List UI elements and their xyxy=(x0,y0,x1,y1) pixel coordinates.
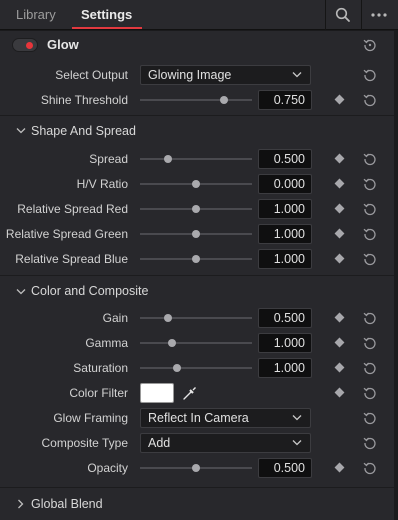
slider-knob[interactable] xyxy=(192,255,200,263)
reset-icon[interactable] xyxy=(363,68,377,82)
tab-bar: Library Settings xyxy=(0,0,398,30)
reset-icon[interactable] xyxy=(363,252,377,266)
chevron-down-icon[interactable] xyxy=(16,288,26,295)
relative-spread-blue-slider[interactable] xyxy=(140,255,252,263)
section-color-and-composite[interactable]: Color and Composite xyxy=(31,284,148,298)
color-filter-swatch[interactable] xyxy=(140,383,174,403)
reset-icon[interactable] xyxy=(363,336,377,350)
select-output-dropdown[interactable]: Glowing Image xyxy=(140,65,311,85)
slider-knob[interactable] xyxy=(192,230,200,238)
slider-knob[interactable] xyxy=(172,364,181,372)
saturation-label: Saturation xyxy=(73,361,128,375)
spread-value[interactable]: 0.500 xyxy=(258,149,312,169)
chevron-right-icon[interactable] xyxy=(17,499,24,509)
composite-type-label: Composite Type xyxy=(41,436,129,450)
h-v-ratio-value[interactable]: 0.000 xyxy=(258,174,312,194)
reset-icon[interactable] xyxy=(363,386,377,400)
h-v-ratio-slider[interactable] xyxy=(140,180,252,188)
slider-knob[interactable] xyxy=(164,155,172,163)
reset-icon[interactable] xyxy=(363,411,377,425)
relative-spread-green-slider[interactable] xyxy=(140,230,252,238)
gamma-label: Gamma xyxy=(85,336,128,350)
reset-icon[interactable] xyxy=(363,436,377,450)
saturation-value[interactable]: 1.000 xyxy=(258,358,312,378)
active-tab-indicator xyxy=(72,27,142,29)
slider-knob[interactable] xyxy=(220,96,228,104)
shine-threshold-label: Shine Threshold xyxy=(40,93,128,107)
slider-knob[interactable] xyxy=(192,205,200,213)
relative-spread-blue-label: Relative Spread Blue xyxy=(15,252,128,266)
section-divider xyxy=(0,487,394,488)
reset-icon[interactable] xyxy=(363,93,377,107)
reset-icon[interactable] xyxy=(363,202,377,216)
reset-icon[interactable] xyxy=(363,177,377,191)
shine-threshold-value[interactable]: 0.750 xyxy=(258,90,312,110)
relative-spread-red-label: Relative Spread Red xyxy=(17,202,128,216)
opacity-slider[interactable] xyxy=(140,464,252,472)
relative-spread-red-slider[interactable] xyxy=(140,205,252,213)
search-icon[interactable] xyxy=(326,0,360,30)
reset-icon[interactable] xyxy=(363,311,377,325)
toggle-dot xyxy=(26,42,33,49)
color-filter-label: Color Filter xyxy=(69,386,128,400)
slider-knob[interactable] xyxy=(192,180,200,188)
opacity-label: Opacity xyxy=(87,461,128,475)
chevron-down-icon xyxy=(292,72,302,78)
glow-framing-dropdown[interactable]: Reflect In Camera xyxy=(140,408,311,428)
reset-icon[interactable] xyxy=(363,227,377,241)
gain-slider[interactable] xyxy=(140,314,252,322)
slider-knob[interactable] xyxy=(192,464,200,472)
reset-icon[interactable] xyxy=(363,38,377,52)
more-options-icon[interactable] xyxy=(362,0,396,30)
gain-value[interactable]: 0.500 xyxy=(258,308,312,328)
relative-spread-blue-value[interactable]: 1.000 xyxy=(258,249,312,269)
chevron-down-icon xyxy=(292,415,302,421)
scrollbar[interactable] xyxy=(394,31,398,520)
effect-title: Glow xyxy=(47,37,79,52)
tab-settings[interactable]: Settings xyxy=(81,0,132,30)
shine-threshold-slider[interactable] xyxy=(140,96,252,104)
chevron-down-icon xyxy=(292,440,302,446)
relative-spread-green-label: Relative Spread Green xyxy=(5,227,128,241)
gain-label: Gain xyxy=(102,311,128,325)
relative-spread-green-value[interactable]: 1.000 xyxy=(258,224,312,244)
gamma-value[interactable]: 1.000 xyxy=(258,333,312,353)
composite-type-value: Add xyxy=(148,436,171,450)
relative-spread-red-value[interactable]: 1.000 xyxy=(258,199,312,219)
tab-library[interactable]: Library xyxy=(16,0,56,30)
select-output-value: Glowing Image xyxy=(148,68,232,82)
section-divider xyxy=(0,115,394,116)
section-shape-and-spread[interactable]: Shape And Spread xyxy=(31,124,136,138)
h-v-ratio-label: H/V Ratio xyxy=(76,177,128,191)
opacity-value[interactable]: 0.500 xyxy=(258,458,312,478)
saturation-slider[interactable] xyxy=(140,364,252,372)
section-global-blend[interactable]: Global Blend xyxy=(31,497,103,511)
eyedropper-icon[interactable] xyxy=(181,384,199,402)
spread-slider[interactable] xyxy=(140,155,252,163)
chevron-down-icon[interactable] xyxy=(16,127,26,134)
gamma-slider[interactable] xyxy=(140,339,252,347)
select-output-label: Select Output xyxy=(55,68,128,82)
reset-icon[interactable] xyxy=(363,152,377,166)
section-divider xyxy=(0,275,394,276)
spread-label: Spread xyxy=(89,152,128,166)
reset-icon[interactable] xyxy=(363,361,377,375)
slider-knob[interactable] xyxy=(164,314,172,322)
composite-type-dropdown[interactable]: Add xyxy=(140,433,311,453)
reset-icon[interactable] xyxy=(363,461,377,475)
glow-framing-label: Glow Framing xyxy=(53,411,128,425)
effect-enable-toggle[interactable] xyxy=(12,38,38,52)
glow-framing-value: Reflect In Camera xyxy=(148,411,249,425)
